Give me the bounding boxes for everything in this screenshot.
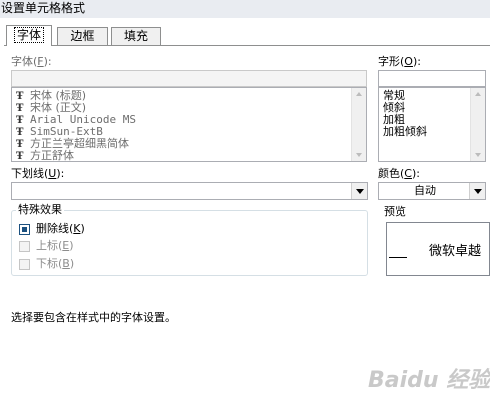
strikethrough-label-text: 删除线 xyxy=(36,222,69,235)
underline-label: 下划线(U): xyxy=(11,167,65,180)
font-label: 字体(F): xyxy=(11,55,52,68)
font-style-item[interactable]: 加粗倾斜 xyxy=(383,126,427,137)
font-accel: F xyxy=(37,55,44,68)
font-list[interactable]: Ŧ 宋体 (标题) Ŧ 宋体 (正文) Ŧ Arial Unicode MS Ŧ Sim… xyxy=(11,87,367,162)
scroll-up-arrow-icon[interactable] xyxy=(475,92,481,96)
preview-label: 预览 xyxy=(384,205,406,218)
underline-label-text: 下划线 xyxy=(11,167,44,180)
strikethrough-checkbox[interactable] xyxy=(19,224,30,235)
strikethrough-accel: K xyxy=(73,222,81,235)
font-input-value xyxy=(12,72,15,85)
preview-baseline xyxy=(389,257,407,258)
color-select[interactable]: 自动 xyxy=(378,182,486,200)
strikethrough-label[interactable]: 删除线(K) xyxy=(36,223,85,235)
tab-strip-divider xyxy=(4,45,490,46)
color-select-value: 自动 xyxy=(414,184,436,197)
font-list-item[interactable]: Ŧ 宋体 (正文) xyxy=(16,102,86,114)
superscript-accel: E xyxy=(62,239,70,252)
font-list-scrollbar[interactable] xyxy=(351,88,366,161)
truetype-icon: Ŧ xyxy=(16,91,24,102)
color-label: 颜色(C): xyxy=(378,167,420,180)
truetype-icon: Ŧ xyxy=(16,115,24,126)
scroll-down-arrow-icon[interactable] xyxy=(356,153,362,157)
truetype-icon: Ŧ xyxy=(16,127,24,138)
font-input[interactable] xyxy=(11,70,367,87)
truetype-icon: Ŧ xyxy=(16,139,24,150)
font-style-item[interactable]: 倾斜 xyxy=(383,102,405,113)
subscript-label-text: 下标 xyxy=(36,257,58,270)
color-accel: C xyxy=(404,167,412,180)
tab-border[interactable]: 边框 xyxy=(57,27,108,46)
font-list-item[interactable]: Ŧ 方正舒体 xyxy=(16,150,74,161)
superscript-label[interactable]: 上标(E) xyxy=(36,240,74,252)
tab-font[interactable]: 字体 xyxy=(6,25,52,46)
font-style-input[interactable] xyxy=(378,70,486,87)
font-style-accel: O xyxy=(404,55,413,68)
scroll-up-arrow-icon[interactable] xyxy=(356,92,362,96)
font-label-text: 字体 xyxy=(11,55,33,68)
font-list-item[interactable]: Ŧ Arial Unicode MS xyxy=(16,114,136,126)
underline-select[interactable] xyxy=(11,182,368,200)
subscript-accel: B xyxy=(62,257,70,270)
tab-fill[interactable]: 填充 xyxy=(111,27,161,46)
chevron-down-icon[interactable] xyxy=(351,183,367,199)
font-style-list[interactable]: 常规 倾斜 加粗 加粗倾斜 xyxy=(378,87,486,162)
preview-box: 微软卓越 xyxy=(386,222,490,276)
superscript-label-text: 上标 xyxy=(36,239,58,252)
font-list-item[interactable]: Ŧ SimSun-ExtB xyxy=(16,126,103,138)
font-style-label-text: 字形 xyxy=(378,55,400,68)
font-style-label: 字形(O): xyxy=(378,55,421,68)
baidu-watermark: Baidu 经验 xyxy=(368,368,490,393)
preview-sample: 微软卓越 xyxy=(429,244,482,259)
font-style-item[interactable]: 加粗 xyxy=(383,114,405,125)
underline-accel: U xyxy=(48,167,57,180)
truetype-icon: Ŧ xyxy=(16,151,24,162)
subscript-label[interactable]: 下标(B) xyxy=(36,258,74,270)
tab-border-label: 边框 xyxy=(70,29,95,43)
scroll-down-arrow-icon[interactable] xyxy=(475,153,481,157)
effects-title: 特殊效果 xyxy=(16,203,64,216)
font-style-scrollbar[interactable] xyxy=(470,88,485,161)
subscript-checkbox[interactable] xyxy=(19,259,30,270)
font-list-item[interactable]: Ŧ 宋体 (标题) xyxy=(16,90,86,102)
font-item-label: 方正舒体 xyxy=(30,149,74,162)
color-label-text: 颜色 xyxy=(378,167,400,180)
description-text: 选择要包含在样式中的字体设置。 xyxy=(11,311,176,324)
superscript-checkbox[interactable] xyxy=(19,241,30,252)
font-style-item[interactable]: 常规 xyxy=(383,90,405,101)
tab-fill-label: 填充 xyxy=(123,29,148,43)
chevron-down-icon[interactable] xyxy=(469,183,485,199)
tab-font-label: 字体 xyxy=(13,27,45,43)
window-title: 设置单元格格式 xyxy=(0,0,490,18)
font-list-item[interactable]: Ŧ 方正兰亭超细黑简体 xyxy=(16,138,129,150)
truetype-icon: Ŧ xyxy=(16,103,24,114)
